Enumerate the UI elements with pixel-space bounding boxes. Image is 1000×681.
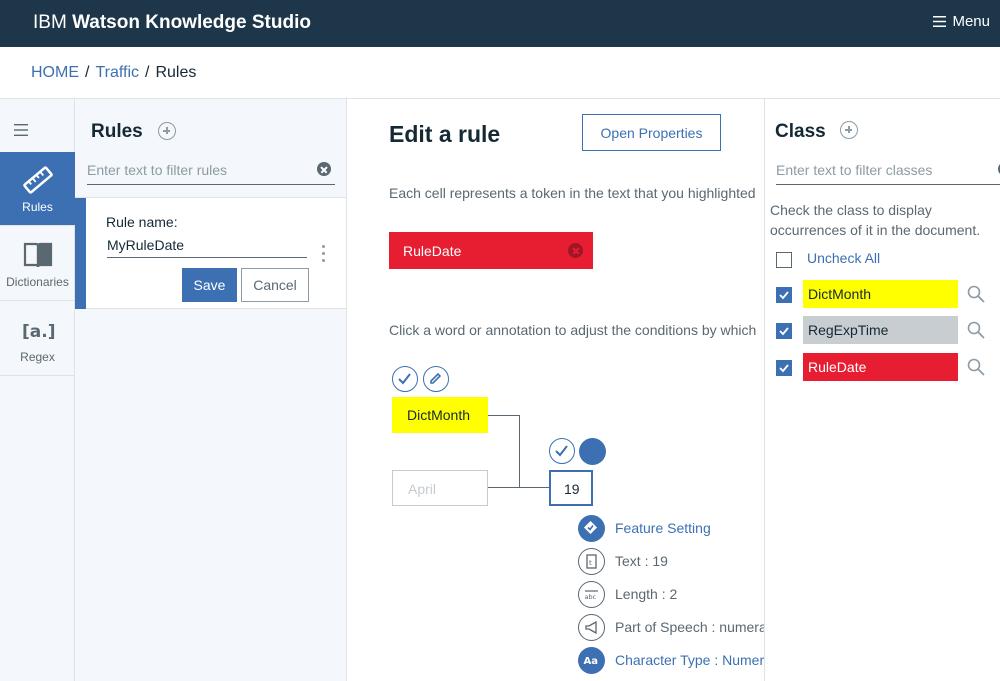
length-icon: abc xyxy=(578,581,605,608)
add-class-icon[interactable] xyxy=(840,121,858,139)
number-token-label: 19 xyxy=(564,481,580,497)
class-filter-input[interactable] xyxy=(776,157,1000,183)
menu-button[interactable]: Menu xyxy=(933,13,990,30)
clear-filter-icon[interactable] xyxy=(317,162,331,176)
remove-tag-icon[interactable] xyxy=(568,243,583,258)
rule-tag-label: RuleDate xyxy=(403,243,462,259)
property-text: Part of Speech : numeral xyxy=(615,619,764,635)
class-label-regexptime[interactable]: RegExpTime xyxy=(803,316,958,344)
text-icon: t xyxy=(578,548,605,575)
property-text: Text : 19 xyxy=(615,553,668,569)
check-icon xyxy=(779,364,789,373)
property-text: Feature Setting xyxy=(615,520,711,536)
breadcrumb-project[interactable]: Traffic xyxy=(95,64,139,81)
editor-description: Each cell represents a token in the text… xyxy=(389,185,756,201)
class-panel-title: Class xyxy=(775,121,826,142)
search-icon[interactable] xyxy=(967,321,985,339)
check-icon xyxy=(779,327,789,336)
uncheck-all-link[interactable]: Uncheck All xyxy=(807,250,880,266)
sidebar-item-label: Regex xyxy=(20,350,55,364)
rules-panel-title: Rules xyxy=(91,121,143,142)
class-label-ruledate[interactable]: RuleDate xyxy=(803,353,958,381)
rules-panel: Rules Rule name: Save Cancel xyxy=(75,99,347,681)
search-icon[interactable] xyxy=(967,285,985,303)
svg-text:Aa: Aa xyxy=(584,656,599,667)
check-icon xyxy=(398,373,411,385)
rule-editor: Edit a rule Open Properties Each cell re… xyxy=(347,99,764,681)
sidebar-item-regex[interactable]: [a.]+ Regex xyxy=(0,302,75,376)
class-filter xyxy=(776,157,1000,185)
brand-prefix: IBM xyxy=(33,12,67,33)
svg-text:[a.]+: [a.]+ xyxy=(22,322,55,342)
check-icon xyxy=(555,445,568,457)
feature-setting-icon xyxy=(578,515,605,542)
app-brand[interactable]: IBM Watson Knowledge Studio xyxy=(33,12,311,34)
property-text: Character Type : Numeric xyxy=(615,652,764,668)
cancel-button[interactable]: Cancel xyxy=(241,268,309,302)
svg-text:abc: abc xyxy=(585,593,597,601)
token-option-button[interactable] xyxy=(579,438,606,465)
rule-tag[interactable]: RuleDate xyxy=(389,232,593,269)
sidebar-item-label: Rules xyxy=(22,200,53,214)
editor-instruction: Click a word or annotation to adjust the… xyxy=(389,322,757,338)
check-icon xyxy=(779,291,789,300)
annotation-token-label: DictMonth xyxy=(407,407,471,423)
character-type-icon: Aa xyxy=(578,647,605,674)
more-options-icon[interactable] xyxy=(322,245,326,263)
rules-filter-input[interactable] xyxy=(87,157,335,183)
ruler-icon xyxy=(22,166,53,194)
breadcrumb-home[interactable]: HOME xyxy=(31,64,79,81)
search-icon[interactable] xyxy=(967,358,985,376)
number-token[interactable]: 19 xyxy=(549,470,593,506)
class-checkbox-regexptime[interactable] xyxy=(776,323,792,339)
menu-label: Menu xyxy=(952,13,990,30)
property-text: Length : 2 xyxy=(615,586,678,602)
uncheck-all-checkbox[interactable] xyxy=(776,252,792,268)
add-rule-icon[interactable] xyxy=(158,122,176,140)
class-name: DictMonth xyxy=(808,286,872,302)
page-title: Edit a rule xyxy=(389,121,501,147)
class-panel: Class Check the class to display occurre… xyxy=(764,99,1000,681)
annotation-token[interactable]: DictMonth xyxy=(392,397,488,433)
class-description: Check the class to display occurrences o… xyxy=(770,202,981,238)
brand-name: Watson Knowledge Studio xyxy=(72,12,311,33)
top-bar: IBM Watson Knowledge Studio Menu xyxy=(0,0,1000,47)
hamburger-icon xyxy=(933,16,947,27)
rule-name-input[interactable] xyxy=(107,232,307,258)
word-token[interactable]: April xyxy=(392,470,488,506)
class-name: RuleDate xyxy=(808,359,867,375)
token-connector xyxy=(519,487,549,488)
open-properties-button[interactable]: Open Properties xyxy=(582,114,721,151)
left-nav: Rules Dictionaries [a.]+ Regex xyxy=(0,99,75,681)
book-icon xyxy=(23,242,52,268)
class-label-dictmonth[interactable]: DictMonth xyxy=(803,280,958,308)
save-button[interactable]: Save xyxy=(182,268,237,302)
class-checkbox-dictmonth[interactable] xyxy=(776,287,792,303)
sidebar-item-label: Dictionaries xyxy=(6,275,69,289)
svg-text:t: t xyxy=(589,559,592,567)
regex-icon: [a.]+ xyxy=(22,322,55,342)
confirm-check-button[interactable] xyxy=(392,366,418,392)
sidebar-item-dictionaries[interactable]: Dictionaries xyxy=(0,227,75,301)
pencil-icon xyxy=(430,372,442,384)
breadcrumb-current: Rules xyxy=(155,64,197,81)
word-token-label: April xyxy=(408,481,437,497)
collapse-nav-icon[interactable] xyxy=(14,124,28,136)
token-connector xyxy=(488,415,520,488)
class-checkbox-ruledate[interactable] xyxy=(776,360,792,376)
confirm-check-button[interactable] xyxy=(549,438,575,464)
class-name: RegExpTime xyxy=(808,322,889,338)
breadcrumb: HOME / Traffic / Rules xyxy=(31,64,196,82)
megaphone-icon xyxy=(578,614,605,641)
rules-filter xyxy=(87,157,335,185)
rule-card-accent xyxy=(75,198,86,309)
edit-annotation-button[interactable] xyxy=(423,366,449,392)
sidebar-item-rules[interactable]: Rules xyxy=(0,152,75,226)
rule-name-label: Rule name: xyxy=(106,214,178,230)
breadcrumb-separator: / xyxy=(85,64,90,81)
breadcrumb-separator: / xyxy=(145,64,150,81)
